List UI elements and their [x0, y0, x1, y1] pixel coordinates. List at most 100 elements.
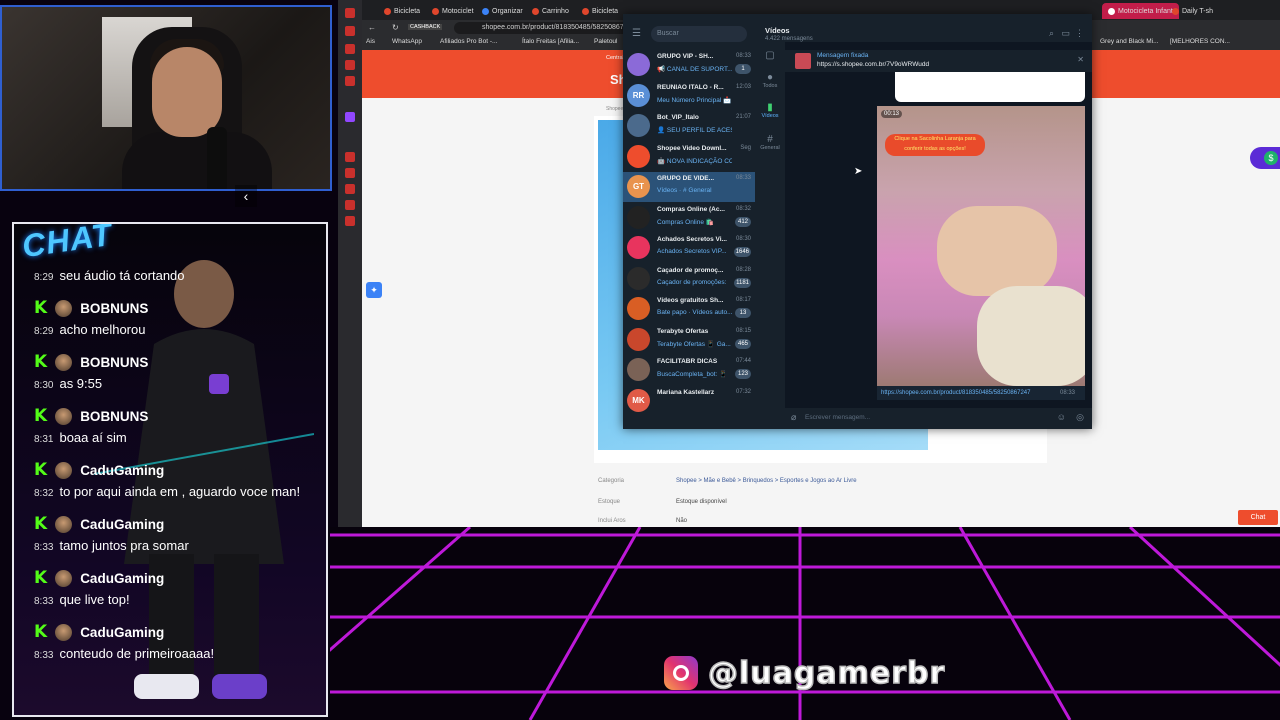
chat-time: Seg — [740, 144, 751, 151]
chat-list-item[interactable]: Terabyte Ofertas 08:15 Terabyte Ofertas 📱 … — [623, 325, 755, 355]
bookmark[interactable]: [MELHORES CON... — [1170, 38, 1230, 45]
chat-list-item[interactable]: Caçador de promoç... 08:28 Caçador de prom… — [623, 264, 755, 294]
chat-name: GRUPO VIP - SH... — [657, 53, 714, 60]
chat-time: 08:32 — [735, 205, 751, 212]
video-link[interactable]: https://shopee.com.br/product/818350485/… — [877, 386, 1085, 400]
folder-icon: ▮ — [767, 102, 773, 113]
attach-icon[interactable]: ⌀ — [791, 412, 796, 423]
chat-list-item[interactable]: Vídeos gratuitos Sh... 08:17 Bate papo · V… — [623, 294, 755, 324]
sidebar-app-icon[interactable] — [345, 60, 355, 70]
sidebar-app-icon[interactable] — [345, 168, 355, 178]
reload-icon[interactable]: ↻ — [392, 23, 399, 32]
tab[interactable]: Motociclet — [432, 3, 474, 19]
message-input[interactable]: Escrever mensagem... — [805, 414, 870, 421]
folder-videos[interactable]: ▮ Vídeos — [755, 102, 785, 119]
bookmark[interactable]: Afiliados Pro Bot -... — [440, 38, 497, 45]
chat-name: FACILITABR DICAS — [657, 358, 718, 365]
chat-name: Mariana Kastellarz — [657, 388, 715, 396]
sidebar-app-icon[interactable] — [345, 112, 355, 122]
unread-badge: 1181 — [734, 277, 751, 288]
extension-icon[interactable]: ✦ — [366, 282, 382, 298]
chat-list-item[interactable]: GRUPO VIP - SH... 08:33 📢 CANAL DE SUPORT.… — [623, 50, 755, 80]
avatar — [627, 358, 650, 381]
chat-list-item[interactable]: RR REUNIAO ITALO - R... 12:03 Meu Número Pr… — [623, 81, 755, 111]
chat-preview: BuscaCompleta_bot: 📱 — [657, 371, 728, 378]
spec-value[interactable]: Shopee > Mãe e Bebê > Brinquedos > Espor… — [676, 478, 857, 484]
webcam-feed — [0, 5, 332, 191]
unread-badge: 1646 — [733, 247, 751, 257]
chat-title[interactable]: Vídeos — [765, 26, 790, 35]
bookmark[interactable]: Paletoul — [594, 38, 618, 45]
folder-todos[interactable]: ● Todos — [755, 72, 785, 89]
chat-username: K CaduGaming — [34, 622, 165, 642]
bookmark[interactable]: WhatsApp — [392, 38, 422, 45]
bookmark[interactable]: Ítalo Freitas [Afilia... — [522, 38, 579, 45]
chat-username: K CaduGaming — [34, 514, 165, 534]
unread-badge: 412 — [735, 216, 751, 227]
close-icon[interactable]: ✕ — [1077, 55, 1084, 64]
chat-button[interactable]: Chat — [1238, 510, 1278, 525]
chat-time: 08:28 — [735, 266, 751, 273]
sidebar-app-icon[interactable] — [345, 44, 355, 54]
folder-all[interactable]: ▢ — [755, 50, 785, 61]
chat-list-item[interactable]: Shopee Video Downl... Seg 🤖 NOVA INDICAÇÃO… — [623, 142, 755, 172]
chat-list-item[interactable]: MK Mariana Kastellarz 07:32 — [623, 386, 755, 416]
tab[interactable]: Bicicleta — [384, 3, 420, 19]
video-sticker: Clique na Sacolinha Laranja para conferi… — [885, 134, 985, 156]
sidebar-app-icon[interactable] — [345, 76, 355, 86]
sidebar-app-icon[interactable] — [345, 216, 355, 226]
tab[interactable]: Daily T-sh — [1172, 3, 1213, 19]
sidebar-app-icon[interactable] — [345, 8, 355, 18]
avatar: GT — [627, 175, 650, 198]
tab[interactable]: Bicicleta — [582, 3, 618, 19]
chat-list-item[interactable]: Bot_VIP_Ítalo 21:07 👤 SEU PERFIL DE ACESS.… — [623, 111, 755, 141]
avatar — [55, 569, 73, 587]
chat-list-item[interactable]: Achados Secretos Vi... 08:30 Achados Secre… — [623, 233, 755, 263]
avatar — [55, 299, 73, 317]
camera-icon[interactable]: ◎ — [1076, 412, 1084, 423]
neon-grid-background — [330, 527, 1280, 720]
unread-badge: 465 — [735, 338, 751, 349]
pinned-url[interactable]: https://s.shopee.com.br/7V9oWRWudd — [817, 61, 929, 68]
sidebar-app-icon[interactable] — [345, 152, 355, 162]
video-message[interactable]: Clique na Sacolinha Laranja para conferi… — [877, 106, 1085, 386]
carousel-prev-button[interactable]: ‹ — [235, 185, 257, 207]
chat-message: 8:33 conteudo de primeiroaaaa! — [34, 646, 215, 661]
sidebar-app-icon[interactable] — [345, 26, 355, 36]
folder-general[interactable]: # General — [755, 134, 785, 151]
menu-icon[interactable]: ☰ — [632, 28, 641, 39]
avatar — [55, 623, 73, 641]
emoji-icon[interactable]: ☺ — [1057, 412, 1066, 422]
cashback-badge[interactable]: CASHBACK — [408, 24, 443, 30]
back-icon[interactable]: ← — [368, 23, 376, 32]
chat-message: 8:31 boaa aí sim — [34, 430, 127, 445]
sidebar-app-icon[interactable] — [345, 200, 355, 210]
sidebar-app-icon[interactable] — [345, 184, 355, 194]
pinned-message[interactable]: Mensagem fixada https://s.shopee.com.br/… — [785, 50, 1092, 72]
sidebar-toggle-icon[interactable]: ▭ — [1061, 28, 1070, 39]
chat-header: Vídeos 4.422 mensagens ⌕ ▭ ⋮ — [755, 14, 1092, 42]
spec-label: Estoque — [598, 499, 621, 505]
chat-time: 12:03 — [735, 83, 751, 90]
video-duration: 00:13 — [881, 110, 903, 118]
avatar — [627, 205, 650, 229]
tab-active[interactable]: Motocicleta Infant — [1102, 3, 1179, 19]
tab[interactable]: Organizar — [482, 3, 523, 19]
chat-preview: 🤖 NOVA INDICAÇÃO CO... — [657, 157, 732, 165]
folder-bar: ▢ ● Todos ▮ Vídeos # General — [755, 42, 785, 429]
telegram-window: ☰ Buscar GRUPO VIP - SH... 08:33 📢 CANAL D… — [623, 14, 1092, 429]
bookmark[interactable]: Grey and Black Mi... — [1100, 38, 1159, 45]
cashback-extension-badge[interactable]: $ — [1250, 147, 1280, 169]
chat-list-item[interactable]: Compras Online (Ac... 08:32 Compras Online… — [623, 203, 755, 233]
more-options-icon[interactable]: ⋮ — [1075, 28, 1084, 39]
chat-message: 8:32 to por aqui ainda em , aguardo voce … — [34, 484, 301, 499]
chat-list: ☰ Buscar GRUPO VIP - SH... 08:33 📢 CANAL D… — [623, 14, 755, 429]
bookmark[interactable]: Ais — [366, 38, 375, 45]
chat-list-item[interactable]: GT GRUPO DE VIDE... 08:33 Vídeos · # Genera… — [623, 172, 755, 202]
tab[interactable]: Carrinho — [532, 3, 569, 19]
chat-name: Compras Online (Ac... — [657, 205, 725, 213]
search-icon[interactable]: ⌕ — [1049, 28, 1054, 39]
browser-sidebar — [338, 0, 362, 527]
search-input[interactable]: Buscar — [651, 26, 747, 42]
chat-list-item[interactable]: FACILITABR DICAS 07:44 BuscaCompleta_bot: … — [623, 355, 755, 385]
